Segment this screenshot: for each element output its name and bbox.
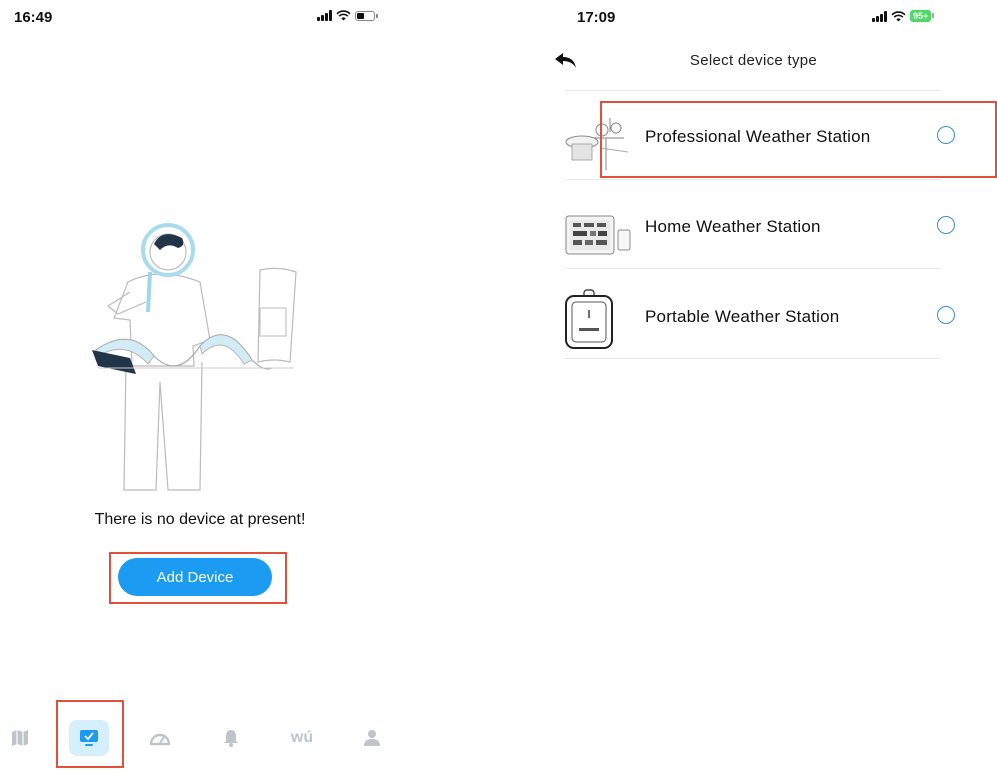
empty-state-message: There is no device at present! — [94, 511, 306, 528]
highlight-box — [600, 101, 997, 178]
tab-map[interactable] — [0, 720, 40, 756]
divider — [565, 268, 941, 269]
tab-dashboard[interactable] — [140, 720, 180, 756]
wifi-icon — [336, 10, 351, 21]
tab-alerts[interactable] — [211, 720, 251, 756]
device-radio-button[interactable] — [937, 306, 955, 324]
device-radio-button[interactable] — [937, 216, 955, 234]
right-phone-screen: 17:09 95+ Select device type Professiona… — [540, 0, 997, 775]
device-name: Portable Weather Station — [645, 307, 840, 326]
bell-icon — [224, 730, 238, 747]
empty-state-illustration — [92, 223, 297, 491]
status-time: 16:49 — [14, 9, 53, 26]
portable-weather-station-image — [565, 289, 613, 349]
page-title: Select device type — [689, 52, 818, 69]
status-time: 17:09 — [577, 9, 616, 26]
map-icon — [12, 730, 28, 746]
divider — [565, 358, 941, 359]
highlight-box — [56, 700, 124, 768]
device-option-portable[interactable]: Portable Weather Station — [560, 280, 965, 360]
tab-profile[interactable] — [352, 720, 392, 756]
signal-icon — [872, 10, 887, 22]
user-icon — [364, 730, 380, 746]
home-weather-station-image — [565, 215, 631, 255]
add-device-button[interactable]: Add Device — [118, 558, 272, 596]
device-name: Home Weather Station — [645, 217, 821, 236]
tab-wunderground[interactable]: wú — [280, 720, 324, 756]
battery-icon — [355, 10, 378, 21]
left-phone-screen: 16:49 There is no device at present! Add… — [0, 0, 400, 775]
signal-icon — [317, 10, 332, 21]
dashboard-gauge-icon — [149, 733, 171, 746]
device-option-home[interactable]: Home Weather Station — [560, 190, 965, 270]
status-icons — [317, 10, 378, 21]
wu-logo-icon: wú — [290, 729, 314, 746]
wifi-icon — [891, 10, 906, 21]
divider — [565, 90, 941, 91]
status-icons: 95+ — [872, 10, 935, 22]
battery-icon: 95+ — [910, 10, 935, 22]
divider — [565, 179, 941, 180]
